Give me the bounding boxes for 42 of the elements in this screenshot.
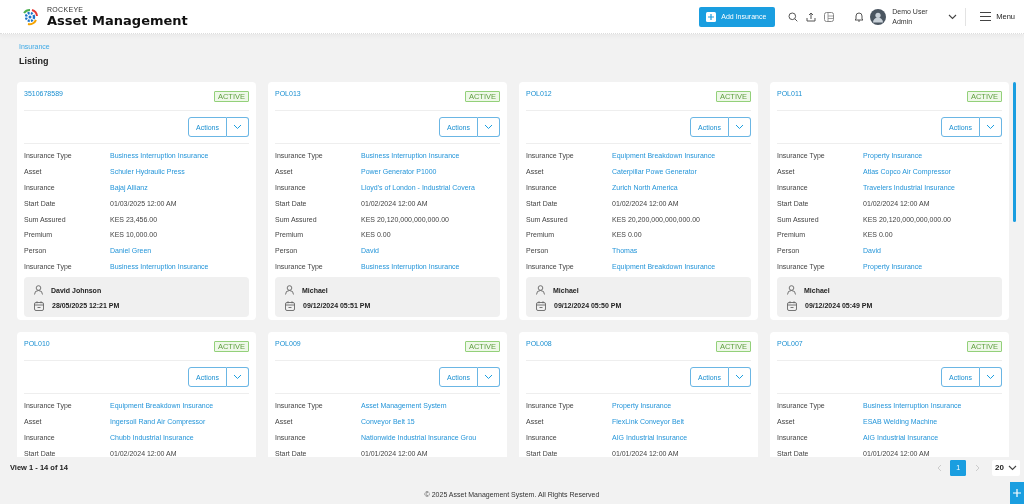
person-icon	[536, 285, 545, 296]
chevron-down-icon	[484, 124, 493, 130]
gear-logo-icon	[20, 6, 40, 27]
actions-dropdown-button[interactable]	[980, 367, 1002, 387]
chevron-down-icon	[1008, 464, 1017, 471]
scrollbar-thumb[interactable]	[1013, 82, 1016, 222]
add-floating-button[interactable]	[1010, 482, 1024, 504]
page-size-select[interactable]: 20	[992, 459, 1020, 476]
plus-icon	[706, 11, 717, 22]
columns-icon[interactable]	[824, 11, 835, 22]
actions-dropdown-button[interactable]	[478, 367, 500, 387]
app-title: Asset Management	[47, 12, 188, 28]
upload-icon[interactable]	[806, 11, 817, 22]
person-icon	[34, 285, 43, 296]
calendar-icon	[536, 300, 546, 311]
calendar-icon	[787, 300, 797, 311]
calendar-icon	[34, 300, 44, 311]
calendar-icon	[285, 300, 295, 311]
person-icon	[787, 285, 796, 296]
actions-dropdown-button[interactable]	[729, 367, 751, 387]
chevron-down-icon[interactable]	[948, 13, 958, 20]
menu-icon	[980, 12, 992, 21]
chevron-left-page-icon	[936, 463, 942, 472]
chevron-down-icon	[735, 374, 744, 380]
page-title: Listing	[19, 56, 50, 66]
chevron-down-icon	[735, 124, 744, 130]
actions-dropdown-button[interactable]	[227, 117, 249, 137]
chevron-down-icon	[986, 374, 995, 380]
chevron-down-icon	[484, 374, 493, 380]
actions-dropdown-button[interactable]	[729, 117, 751, 137]
avatar-icon[interactable]	[870, 8, 887, 25]
chevron-right-page-icon	[974, 463, 980, 472]
plus-icon	[1013, 489, 1021, 497]
chevron-down-icon	[233, 374, 242, 380]
actions-dropdown-button[interactable]	[478, 117, 500, 137]
actions-dropdown-button[interactable]	[980, 117, 1002, 137]
search-icon[interactable]	[788, 11, 799, 22]
person-icon	[285, 285, 294, 296]
chevron-down-icon	[233, 124, 242, 130]
bell-icon[interactable]	[854, 11, 865, 22]
chevron-down-icon	[986, 124, 995, 130]
actions-dropdown-button[interactable]	[227, 367, 249, 387]
